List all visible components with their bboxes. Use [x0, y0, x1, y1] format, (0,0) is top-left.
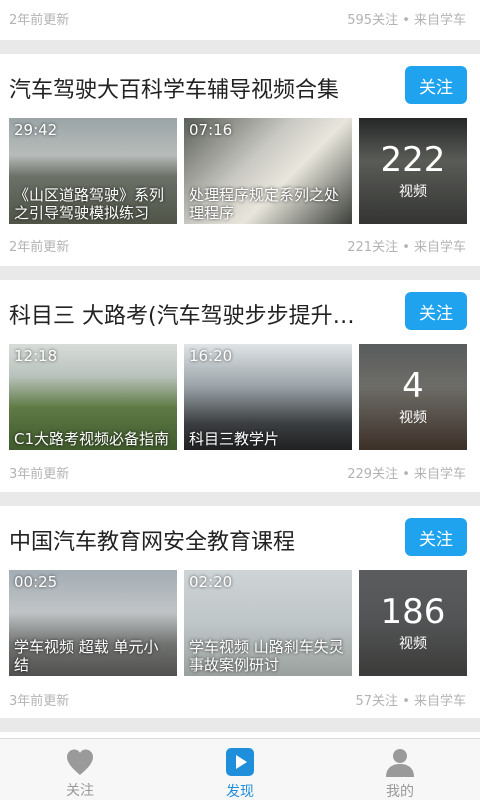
follower-source: 229关注 • 来自学车	[347, 466, 466, 482]
video-count-tile[interactable]: 186 视频	[359, 570, 467, 676]
video-duration: 12:18	[14, 347, 58, 365]
video-caption: 学车视频 山路刹车失灵事故案例研讨	[189, 638, 344, 674]
video-caption: C1大路考视频必备指南	[14, 430, 170, 448]
card-meta-row: 3年前更新 229关注 • 来自学车	[0, 457, 480, 487]
video-thumbnail[interactable]: 02:20 学车视频 山路刹车失灵事故案例研讨	[184, 570, 352, 676]
video-count-tile[interactable]: 4 视频	[359, 344, 467, 450]
discover-screen: 2年前更新 595关注 • 来自学车 汽车驾驶大百科学车辅导视频合集 关注 29…	[0, 0, 480, 800]
follow-button[interactable]: 关注	[405, 518, 467, 556]
follow-button[interactable]: 关注	[405, 66, 467, 104]
tab-discover[interactable]: 发现	[160, 739, 320, 800]
video-count: 186	[380, 592, 446, 632]
update-time: 2年前更新	[9, 239, 70, 255]
tab-label: 关注	[66, 783, 94, 799]
heart-icon	[65, 747, 95, 776]
video-count-label: 视频	[399, 184, 427, 200]
video-count: 222	[380, 140, 446, 180]
channel-card[interactable]: 汽车驾驶大百科学车辅导视频合集 关注 29:42 《山区道路驾驶》系列之引导驾驶…	[0, 54, 480, 266]
video-count-overlay: 222 视频	[359, 118, 467, 224]
video-duration: 02:20	[189, 573, 233, 591]
card-meta-row: 2年前更新 595关注 • 来自学车	[0, 3, 480, 33]
channel-card[interactable]: 中国汽车教育网安全教育课程 关注 00:25 学车视频 超载 单元小结 02:2…	[0, 506, 480, 718]
channel-title[interactable]: 中国汽车教育网安全教育课程	[9, 524, 389, 556]
video-duration: 29:42	[14, 121, 58, 139]
video-caption: 学车视频 超载 单元小结	[14, 638, 159, 674]
tab-label: 发现	[226, 784, 254, 800]
video-caption: 处理程序规定系列之处理程序	[189, 186, 340, 222]
video-caption: 《山区道路驾驶》系列之引导驾驶模拟练习	[14, 186, 165, 222]
video-count-overlay: 186 视频	[359, 570, 467, 676]
card-meta-row: 3年前更新 57关注 • 来自学车	[0, 684, 480, 714]
video-duration: 16:20	[189, 347, 233, 365]
person-icon	[385, 747, 415, 777]
video-count-label: 视频	[399, 636, 427, 652]
play-icon	[225, 747, 255, 777]
channel-title[interactable]: 科目三 大路考(汽车驾驶步步提升…	[9, 298, 389, 330]
follower-source: 57关注 • 来自学车	[355, 693, 466, 709]
video-count: 4	[402, 366, 424, 406]
channel-card-partial[interactable]: 2年前更新 595关注 • 来自学车	[0, 0, 480, 40]
video-count-tile[interactable]: 222 视频	[359, 118, 467, 224]
card-header: 中国汽车教育网安全教育课程 关注	[0, 506, 480, 566]
video-thumbnail[interactable]: 16:20 科目三教学片	[184, 344, 352, 450]
video-duration: 07:16	[189, 121, 233, 139]
card-header: 科目三 大路考(汽车驾驶步步提升… 关注	[0, 280, 480, 340]
video-duration: 00:25	[14, 573, 58, 591]
follow-button[interactable]: 关注	[405, 292, 467, 330]
card-meta-row: 2年前更新 221关注 • 来自学车	[0, 230, 480, 260]
tab-follow[interactable]: 关注	[0, 739, 160, 800]
video-thumbnail[interactable]: 29:42 《山区道路驾驶》系列之引导驾驶模拟练习	[9, 118, 177, 224]
follower-source: 221关注 • 来自学车	[347, 239, 466, 255]
update-time: 2年前更新	[9, 12, 70, 28]
follower-source: 595关注 • 来自学车	[347, 12, 466, 28]
video-caption: 科目三教学片	[189, 430, 280, 448]
tab-mine[interactable]: 我的	[320, 739, 480, 800]
channel-card[interactable]: 科目三 大路考(汽车驾驶步步提升… 关注 12:18 C1大路考视频必备指南 1…	[0, 280, 480, 492]
channel-feed[interactable]: 2年前更新 595关注 • 来自学车 汽车驾驶大百科学车辅导视频合集 关注 29…	[0, 0, 480, 738]
card-header: 汽车驾驶大百科学车辅导视频合集 关注	[0, 54, 480, 114]
video-count-overlay: 4 视频	[359, 344, 467, 450]
video-thumbnail[interactable]: 00:25 学车视频 超载 单元小结	[9, 570, 177, 676]
video-thumbnail[interactable]: 07:16 处理程序规定系列之处理程序	[184, 118, 352, 224]
tab-label: 我的	[386, 784, 414, 800]
video-thumbnail[interactable]: 12:18 C1大路考视频必备指南	[9, 344, 177, 450]
update-time: 3年前更新	[9, 466, 70, 482]
video-count-label: 视频	[399, 410, 427, 426]
bottom-tab-bar: 关注 发现 我的	[0, 738, 480, 800]
channel-title[interactable]: 汽车驾驶大百科学车辅导视频合集	[9, 72, 389, 104]
update-time: 3年前更新	[9, 693, 70, 709]
